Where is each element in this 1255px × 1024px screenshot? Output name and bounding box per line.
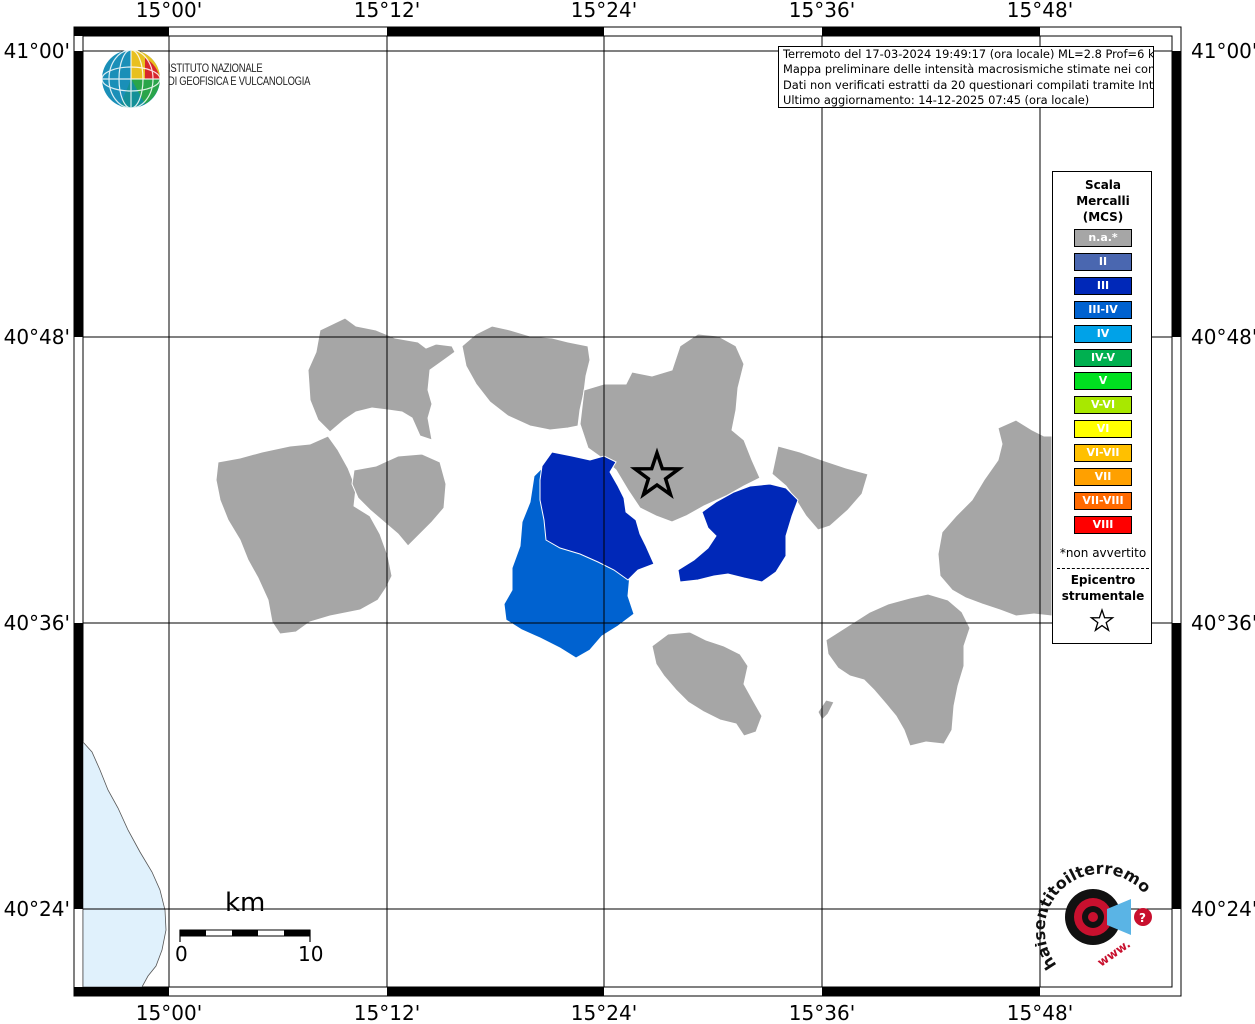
legend-note: *non avvertito xyxy=(1059,546,1147,560)
legend-item: V xyxy=(1074,372,1132,391)
lat-tick-label: 40°36' xyxy=(1191,611,1255,635)
legend-item: III-IV xyxy=(1074,300,1132,319)
legend-title-line: Mercalli xyxy=(1076,194,1130,208)
legend-item: III xyxy=(1074,276,1132,295)
legend-divider xyxy=(1057,568,1149,569)
lon-tick-label: 15°12' xyxy=(354,1001,420,1024)
lon-tick-label: 15°00' xyxy=(136,0,202,22)
hst-logo: haisentitoilterremoto.it ? www. xyxy=(1030,840,1165,980)
lon-tick-label: 15°24' xyxy=(571,0,637,22)
legend-title: Scala Mercalli (MCS) xyxy=(1053,177,1153,225)
logo-line-2: DI GEOFISICA E VULCANOLOGIA xyxy=(168,76,311,88)
logo-line-1: ISTITUTO NAZIONALE xyxy=(168,63,263,75)
ingv-globe-icon xyxy=(101,49,161,109)
lon-tick-label: 15°00' xyxy=(136,1001,202,1024)
lat-ticks-left: 41°00' 40°48' 40°36' 40°24' xyxy=(4,39,70,921)
lon-tick-label: 15°24' xyxy=(571,1001,637,1024)
scale-max: 10 xyxy=(298,942,324,966)
lat-tick-label: 41°00' xyxy=(4,39,70,63)
legend-item: VII xyxy=(1074,468,1132,486)
legend-epicenter-line: Epicentro xyxy=(1070,573,1136,587)
event-title: Terremoto del 17-03-2024 19:49:17 (ora l… xyxy=(783,47,1154,61)
legend-epicenter-label: Epicentro strumentale xyxy=(1053,572,1153,604)
lon-ticks-bottom: 15°00' 15°12' 15°24' 15°36' 15°48' xyxy=(136,1001,1073,1024)
scale-bar: km 0 10 xyxy=(170,888,330,968)
legend-item: IV-V xyxy=(1074,348,1132,367)
hst-speaker-icon: ? xyxy=(1065,889,1152,945)
map-description: Mappa preliminare delle intensità macros… xyxy=(783,62,1154,77)
legend-item: IV xyxy=(1074,324,1132,343)
legend-title-line: Scala xyxy=(1084,178,1122,192)
lat-tick-label: 40°48' xyxy=(4,325,70,349)
lat-tick-label: 40°24' xyxy=(1191,897,1255,921)
lat-ticks-right: 41°00' 40°48' 40°36' 40°24' xyxy=(1191,39,1255,921)
lon-tick-label: 15°36' xyxy=(789,0,855,22)
scale-unit: km xyxy=(225,888,266,918)
lat-tick-label: 40°36' xyxy=(4,611,70,635)
legend-item: VI-VII xyxy=(1074,444,1132,463)
legend-item: VIII xyxy=(1074,515,1132,534)
lat-tick-label: 40°24' xyxy=(4,897,70,921)
legend-item: n.a.* xyxy=(1074,229,1132,247)
legend-item: V-VI xyxy=(1074,396,1132,415)
lon-ticks-top: 15°00' 15°12' 15°24' 15°36' 15°48' xyxy=(136,0,1073,22)
legend-title-line: (MCS) xyxy=(1082,210,1124,224)
event-info-box: Terremoto del 17-03-2024 19:49:17 (ora l… xyxy=(778,46,1154,108)
legend-item: II xyxy=(1074,252,1132,271)
lon-tick-label: 15°12' xyxy=(354,0,420,22)
scale-min: 0 xyxy=(175,942,188,966)
lon-tick-label: 15°48' xyxy=(1007,0,1073,22)
data-note: Dati non verificati estratti da 20 quest… xyxy=(783,77,1154,92)
lon-tick-label: 15°48' xyxy=(1007,1001,1073,1024)
svg-text:?: ? xyxy=(1139,911,1146,925)
legend-item: VI xyxy=(1074,420,1132,439)
legend-epicenter-line: strumentale xyxy=(1061,589,1145,603)
last-update: Ultimo aggiornamento: 14-12-2025 07:45 (… xyxy=(783,93,1090,108)
lat-tick-label: 41°00' xyxy=(1191,39,1255,63)
legend-item: VII-VIII xyxy=(1074,491,1132,510)
lat-tick-label: 40°48' xyxy=(1191,325,1255,349)
ingv-logo: ISTITUTO NAZIONALE DI GEOFISICA E VULCAN… xyxy=(100,48,330,110)
legend-star-icon xyxy=(1089,608,1115,632)
mcs-legend: Scala Mercalli (MCS) n.a.* II III III-IV IV I… xyxy=(1052,171,1152,644)
lon-tick-label: 15°36' xyxy=(789,1001,855,1024)
